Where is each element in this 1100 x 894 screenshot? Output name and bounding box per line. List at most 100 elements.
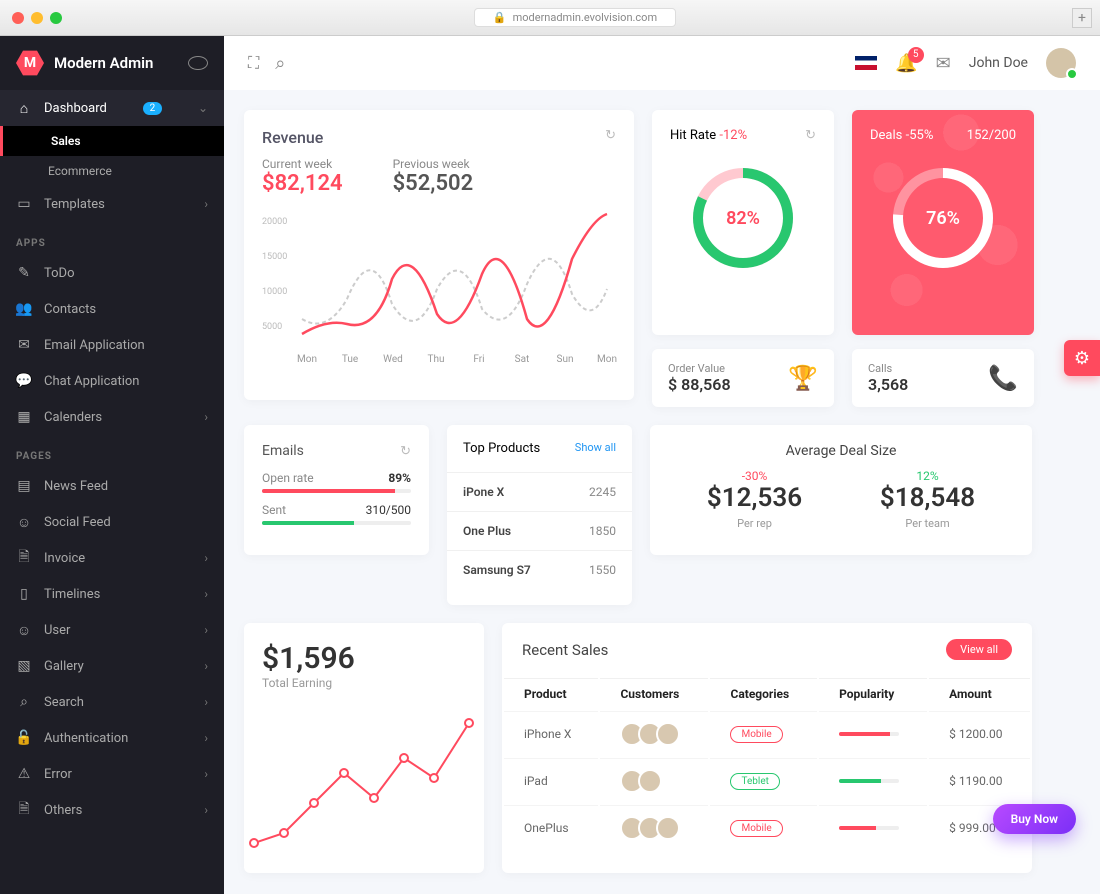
product-row[interactable]: Samsung S71550 bbox=[447, 550, 632, 589]
earning-value: $1,596 bbox=[262, 641, 466, 676]
sidebar-item-contacts[interactable]: 👥Contacts bbox=[0, 291, 224, 327]
brand-name: Modern Admin bbox=[54, 54, 153, 72]
browser-chrome: 🔒 modernadmin.evolvision.com + bbox=[0, 0, 1100, 36]
language-flag-uk[interactable] bbox=[855, 56, 877, 70]
minimize-window[interactable] bbox=[31, 12, 43, 24]
rep-value: $12,536 bbox=[668, 483, 841, 513]
team-value: $18,548 bbox=[841, 483, 1014, 513]
sidebar-item-timelines[interactable]: ▯Timelines› bbox=[0, 576, 224, 612]
show-all-link[interactable]: Show all bbox=[575, 441, 616, 456]
sidebar-item-error[interactable]: ⚠Error› bbox=[0, 756, 224, 792]
brand[interactable]: M Modern Admin bbox=[0, 36, 224, 90]
sidebar-item-user[interactable]: ☺User› bbox=[0, 612, 224, 648]
collapse-icon[interactable] bbox=[188, 56, 208, 70]
svg-text:15000: 15000 bbox=[262, 252, 287, 262]
sidebar-item-search[interactable]: ⌕Search› bbox=[0, 684, 224, 720]
file-icon: 🗎 bbox=[16, 802, 32, 818]
calls-value: 3,568 bbox=[868, 375, 908, 394]
chevron-right-icon: › bbox=[204, 623, 208, 637]
sidebar-item-email[interactable]: ✉Email Application bbox=[0, 327, 224, 363]
sidebar-sub-sales[interactable]: Sales bbox=[0, 126, 224, 156]
team-label: Per team bbox=[841, 517, 1014, 530]
svg-text:Wed: Wed bbox=[383, 354, 403, 365]
current-week-value: $82,124 bbox=[262, 171, 343, 196]
chevron-right-icon: › bbox=[204, 410, 208, 424]
sidebar: M Modern Admin ⌂ Dashboard 2 ⌄ Sales Eco… bbox=[0, 36, 224, 894]
table-row[interactable]: OnePlusMobile$ 999.00 bbox=[504, 805, 1030, 850]
svg-text:Sat: Sat bbox=[515, 354, 530, 365]
trophy-icon: 🏆 bbox=[788, 364, 818, 392]
col-product: Product bbox=[504, 678, 598, 709]
sidebar-item-chat[interactable]: 💬Chat Application bbox=[0, 363, 224, 399]
sidebar-item-dashboard[interactable]: ⌂ Dashboard 2 ⌄ bbox=[0, 90, 224, 126]
url-text: modernadmin.evolvision.com bbox=[513, 11, 657, 24]
svg-text:10000: 10000 bbox=[262, 287, 287, 297]
rep-pct: -30% bbox=[668, 469, 841, 483]
avg-deal-title: Average Deal Size bbox=[668, 443, 1014, 459]
recent-title: Recent Sales bbox=[522, 641, 608, 659]
url-bar[interactable]: 🔒 modernadmin.evolvision.com bbox=[474, 8, 676, 27]
share-icon: ☺ bbox=[16, 514, 32, 530]
mail-icon: ✉ bbox=[16, 337, 32, 353]
chevron-right-icon: › bbox=[204, 587, 208, 601]
deals-ring: 76% bbox=[888, 163, 998, 273]
svg-text:Tue: Tue bbox=[342, 354, 358, 365]
chevron-right-icon: › bbox=[204, 659, 208, 673]
revenue-chart: 2000015000100005000 MonTueWedThuFriSatSu… bbox=[262, 204, 617, 379]
earning-card: $1,596 Total Earning bbox=[244, 623, 484, 873]
invoice-icon: 🗎 bbox=[16, 550, 32, 566]
chevron-right-icon: › bbox=[204, 695, 208, 709]
sidebar-item-templates[interactable]: ▭Templates› bbox=[0, 186, 224, 222]
hit-value: 82% bbox=[688, 163, 798, 273]
view-all-button[interactable]: View all bbox=[946, 639, 1012, 660]
calls-card: Calls3,568 📞 bbox=[852, 349, 1034, 407]
reload-icon[interactable]: ↻ bbox=[805, 128, 816, 143]
product-row[interactable]: One Plus1850 bbox=[447, 511, 632, 550]
sent-label: Sent bbox=[262, 503, 286, 517]
chevron-down-icon: ⌄ bbox=[198, 101, 208, 115]
sidebar-item-calendars[interactable]: ▦Calenders› bbox=[0, 399, 224, 435]
users-icon: 👥 bbox=[16, 301, 32, 317]
search-icon: ⌕ bbox=[16, 694, 32, 710]
sidebar-item-gallery[interactable]: ▧Gallery› bbox=[0, 648, 224, 684]
table-row[interactable]: iPadTeblet$ 1190.00 bbox=[504, 758, 1030, 803]
chat-icon: 💬 bbox=[16, 373, 32, 389]
sidebar-item-auth[interactable]: 🔓Authentication› bbox=[0, 720, 224, 756]
user-icon: ☺ bbox=[16, 622, 32, 638]
maximize-window[interactable] bbox=[50, 12, 62, 24]
sidebar-item-invoice[interactable]: 🗎Invoice› bbox=[0, 540, 224, 576]
sidebar-item-socialfeed[interactable]: ☺Social Feed bbox=[0, 504, 224, 540]
search-icon[interactable]: ⌕ bbox=[275, 53, 285, 74]
notifications-button[interactable]: 🔔 5 bbox=[895, 53, 917, 74]
chevron-right-icon: › bbox=[204, 197, 208, 211]
content: Revenue ↻ Current week$82,124 Previous w… bbox=[224, 90, 1100, 894]
avatar[interactable] bbox=[1046, 48, 1076, 78]
svg-text:Mon: Mon bbox=[297, 354, 317, 365]
deals-value: 76% bbox=[888, 163, 998, 273]
user-name[interactable]: John Doe bbox=[969, 55, 1028, 71]
reload-icon[interactable]: ↻ bbox=[605, 128, 616, 143]
sidebar-item-todo[interactable]: ✎ToDo bbox=[0, 255, 224, 291]
new-tab-button[interactable]: + bbox=[1072, 8, 1092, 28]
close-window[interactable] bbox=[12, 12, 24, 24]
open-rate-label: Open rate bbox=[262, 471, 314, 485]
col-amount: Amount bbox=[929, 678, 1030, 709]
table-row[interactable]: iPhone XMobile$ 1200.00 bbox=[504, 711, 1030, 756]
lock-icon: 🔓 bbox=[16, 730, 32, 746]
badge: 2 bbox=[143, 102, 163, 115]
order-value: $ 88,568 bbox=[668, 375, 731, 394]
sidebar-heading-pages: PAGES bbox=[0, 435, 224, 468]
top-products-card: Top ProductsShow all iPone X2245 One Plu… bbox=[447, 425, 632, 605]
open-rate-value: 89% bbox=[388, 471, 411, 485]
fullscreen-icon[interactable]: ⛶ bbox=[248, 53, 259, 73]
recent-sales-table: ProductCustomersCategoriesPopularityAmou… bbox=[502, 676, 1032, 852]
sidebar-item-others[interactable]: 🗎Others› bbox=[0, 792, 224, 828]
product-row[interactable]: iPone X2245 bbox=[447, 472, 632, 511]
mail-icon[interactable]: ✉ bbox=[936, 53, 951, 74]
buy-now-button[interactable]: Buy Now bbox=[993, 804, 1076, 834]
reload-icon[interactable]: ↻ bbox=[400, 444, 411, 459]
sidebar-sub-ecommerce[interactable]: Ecommerce bbox=[0, 156, 224, 186]
sidebar-item-newsfeed[interactable]: ▤News Feed bbox=[0, 468, 224, 504]
home-icon: ⌂ bbox=[16, 100, 32, 116]
settings-fab[interactable]: ⚙ bbox=[1064, 340, 1100, 376]
